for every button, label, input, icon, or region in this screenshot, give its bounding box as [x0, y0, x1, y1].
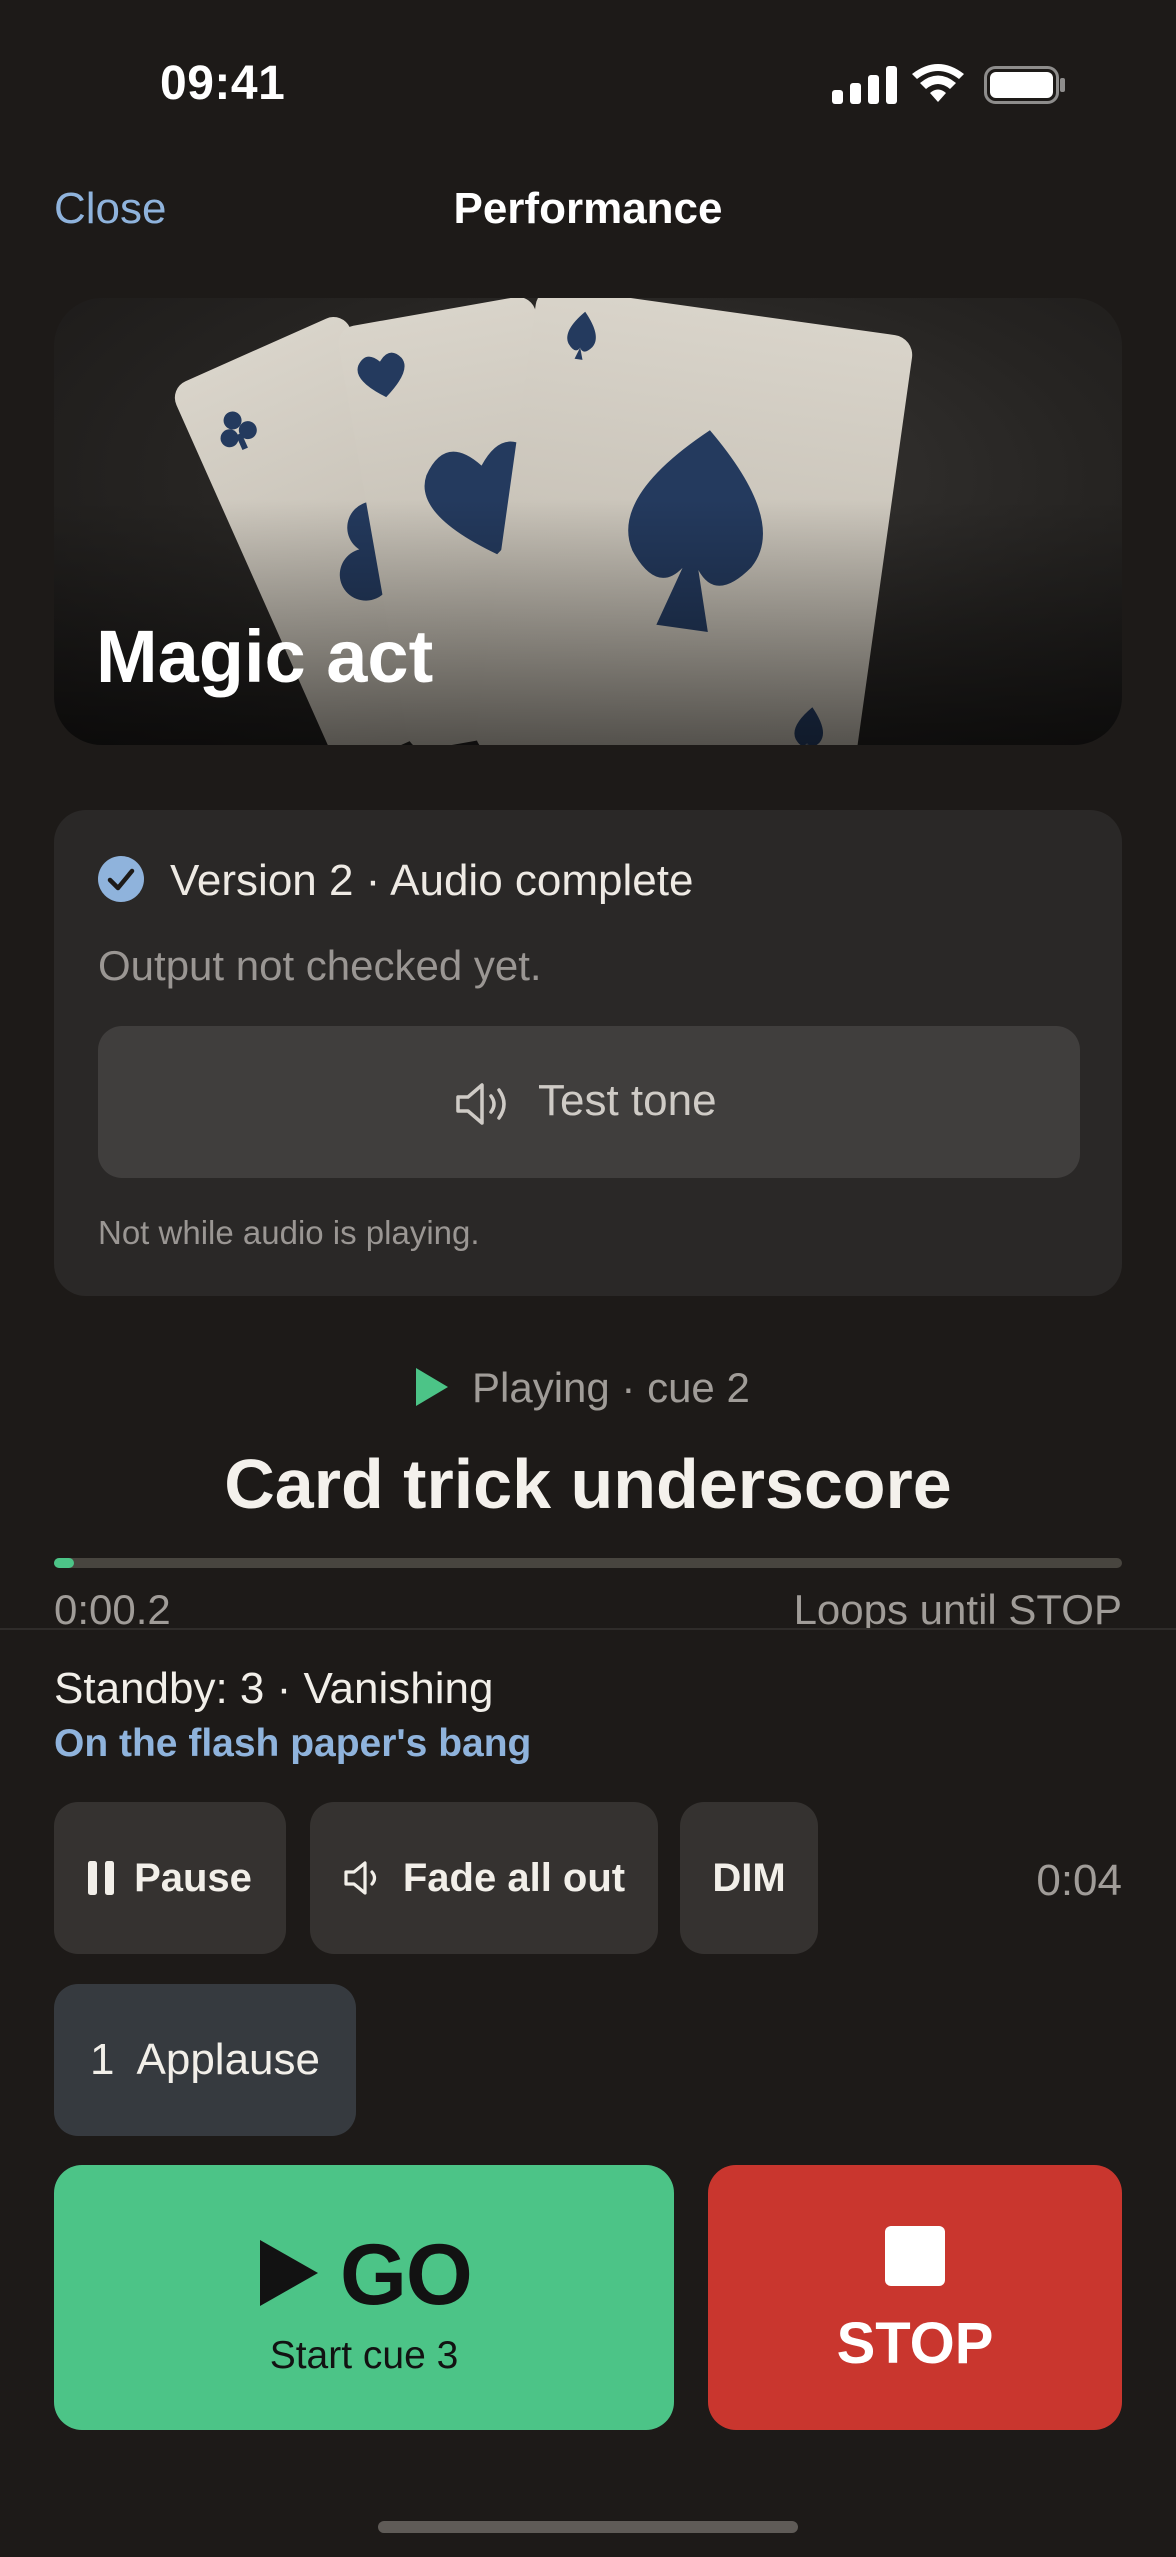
hotkey-label: Applause [136, 2035, 320, 2084]
battery-icon [984, 66, 1065, 104]
go-sublabel: Start cue 3 [269, 2334, 459, 2377]
home-indicator [378, 2521, 798, 2533]
playing-status: Playing · cue 2 [472, 1364, 750, 1411]
test-tone-label: Test tone [538, 1076, 717, 1125]
version-status: Version 2 · Audio complete [170, 856, 694, 905]
stop-label: STOP [836, 2311, 994, 2376]
speaker-icon [344, 1861, 376, 1895]
output-status: Output not checked yet. [98, 942, 542, 989]
standby-note: On the flash paper's bang [54, 1722, 532, 1765]
speaker-icon [456, 1083, 506, 1125]
wifi-icon [912, 64, 964, 102]
countdown-timer: 0:04 [1036, 1856, 1122, 1905]
go-label: GO [340, 2227, 473, 2323]
elapsed-time: 0:00.2 [54, 1586, 171, 1633]
status-time: 09:41 [160, 57, 286, 110]
stop-icon [885, 2226, 945, 2286]
pause-label: Pause [134, 1855, 252, 1900]
disabled-note: Not while audio is playing. [98, 1214, 480, 1251]
hotkey-number: 1 [90, 2035, 115, 2084]
track-title: Card trick underscore [224, 1445, 952, 1523]
fade-label: Fade all out [402, 1855, 626, 1900]
stop-button[interactable] [708, 2165, 1122, 2430]
pause-button[interactable]: Pause [54, 1802, 286, 1954]
dim-label: DIM [712, 1855, 786, 1900]
hotkey-button-applause[interactable]: 1 Applause [54, 1984, 356, 2136]
close-button[interactable]: Close [54, 184, 167, 234]
fade-all-out-button[interactable]: Fade all out [310, 1802, 658, 1954]
loop-note: Loops until STOP [793, 1586, 1122, 1633]
standby-cue: Standby: 3 · Vanishing [54, 1664, 494, 1713]
page-title: Performance [453, 184, 723, 233]
pause-icon [88, 1861, 115, 1895]
progress-fill [54, 1558, 74, 1568]
progress-track [54, 1558, 1122, 1568]
dim-button[interactable]: DIM [680, 1802, 818, 1954]
act-title: Magic act [96, 615, 434, 698]
play-icon [260, 2240, 318, 2306]
cellular-signal-icon [832, 66, 897, 104]
play-icon [416, 1368, 448, 1406]
checkmark-circle-icon [98, 856, 144, 902]
